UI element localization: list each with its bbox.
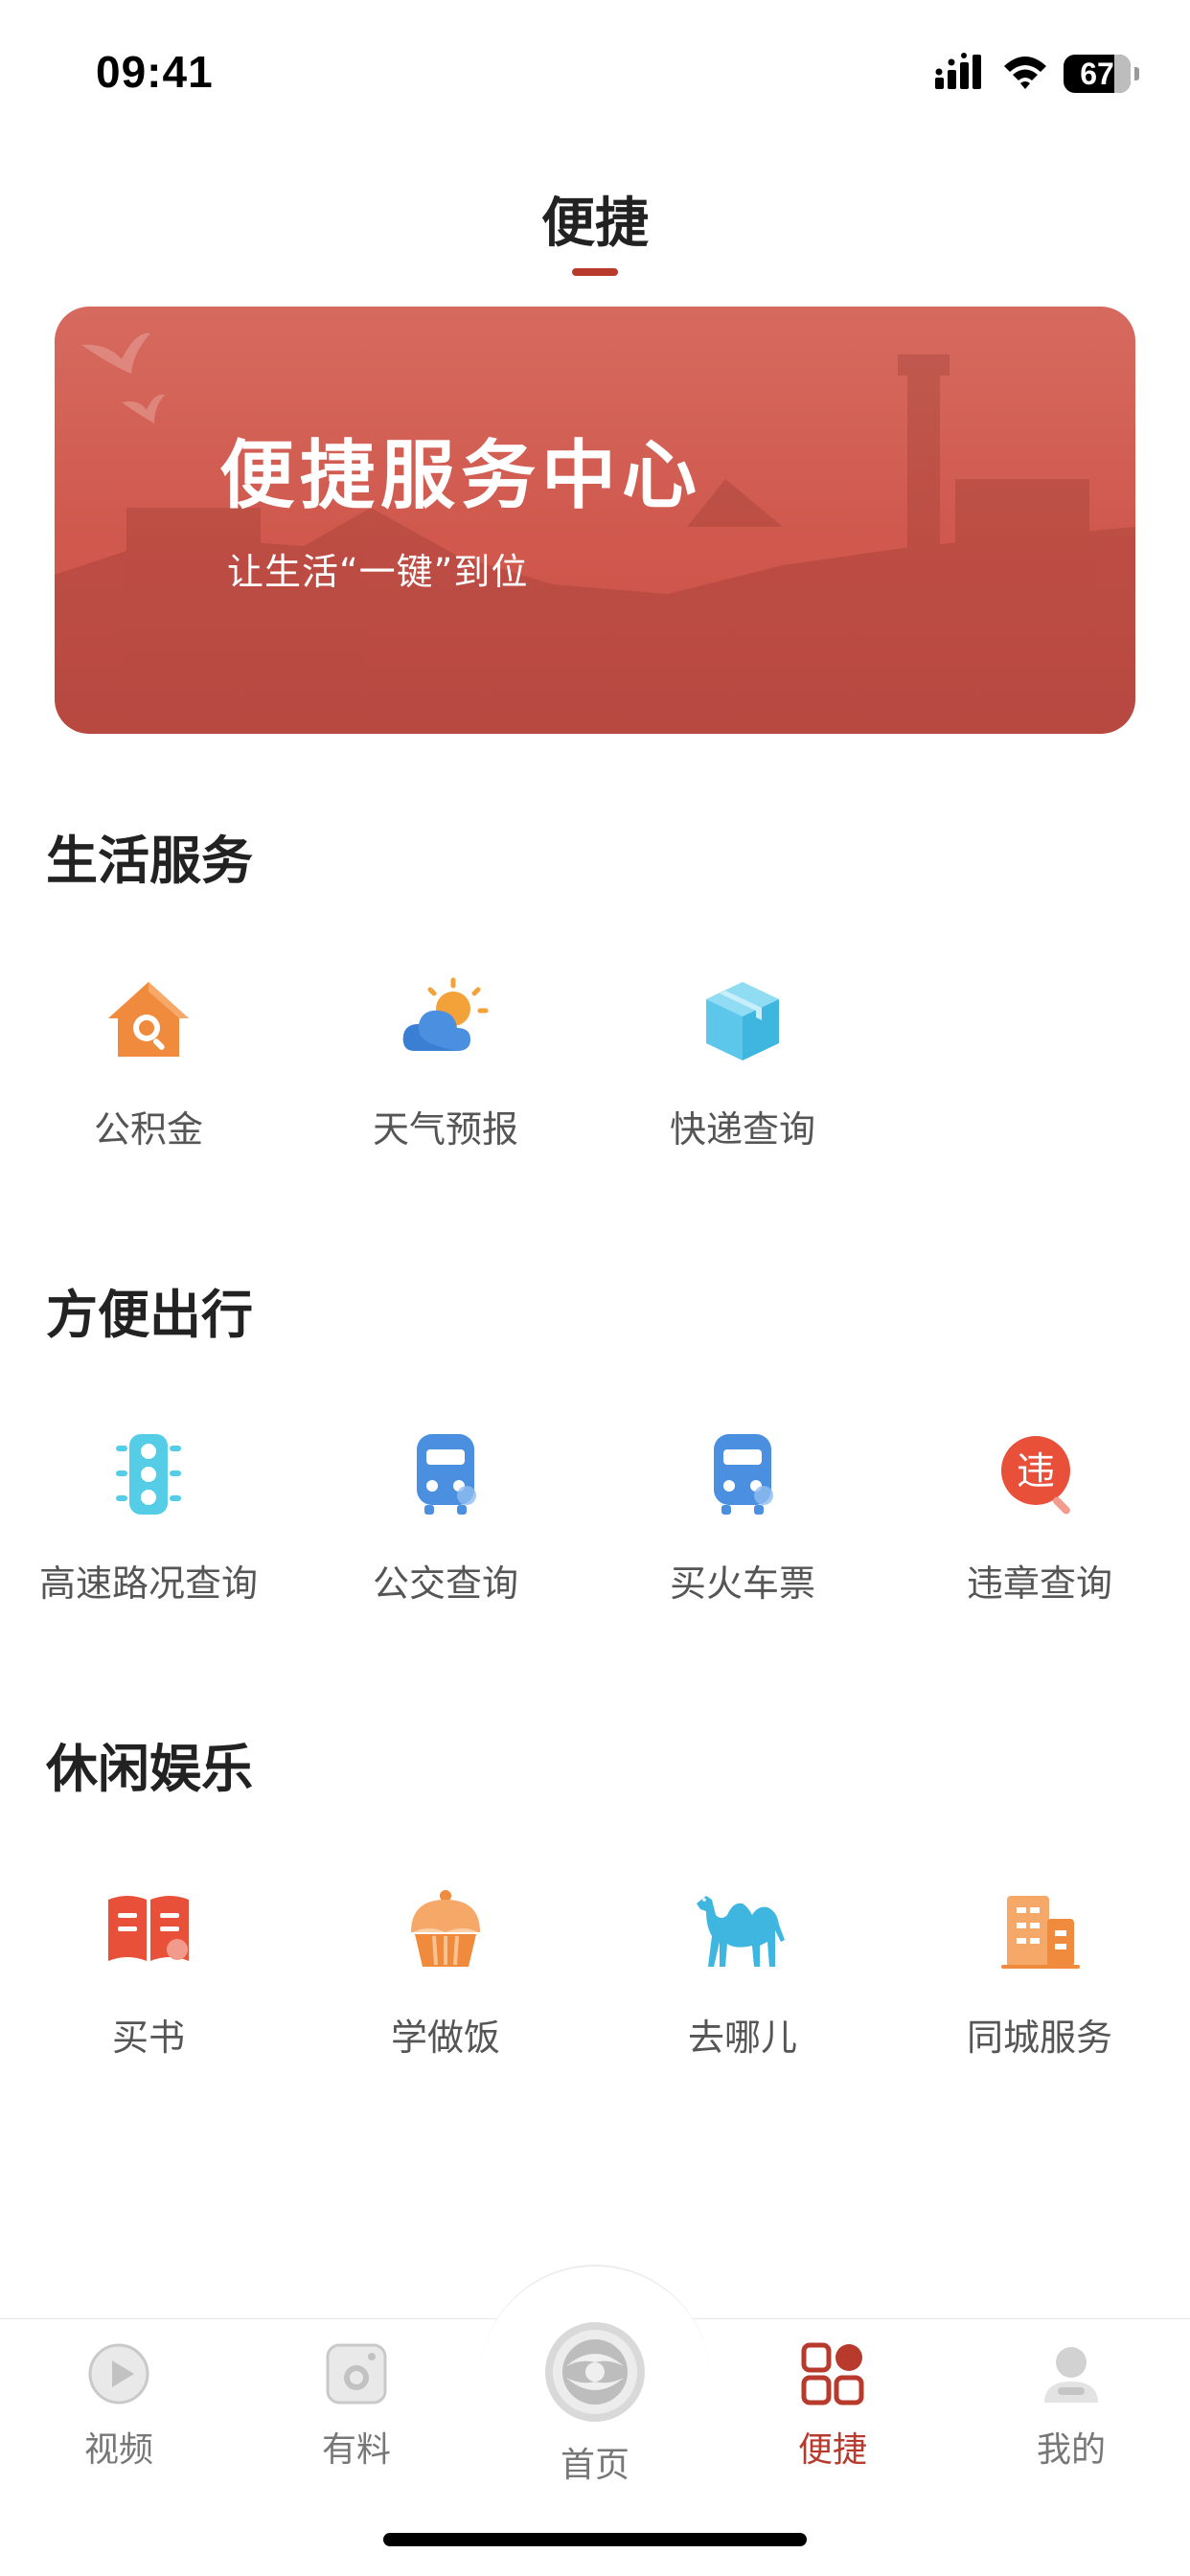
weather-icon (393, 968, 498, 1073)
house-search-icon (96, 968, 201, 1073)
profile-icon (1035, 2337, 1108, 2410)
service-item-bus[interactable]: 公交查询 (297, 1422, 594, 1613)
traffic-light-icon (96, 1422, 201, 1527)
tab-convenience[interactable]: 便捷 (714, 2337, 951, 2472)
home-indicator[interactable] (383, 2533, 807, 2546)
travel-services-grid: 高速路况查询 公交查询 买火车票 违 违章查询 (0, 1422, 1190, 1613)
item-label: 高速路况查询 (38, 1562, 258, 1605)
item-label: 学做饭 (390, 2017, 500, 2059)
bus-icon (393, 1422, 498, 1527)
service-item-housing-fund[interactable]: 公积金 (0, 968, 297, 1159)
banner[interactable]: 便捷服务中心 让生活“一键”到位 (55, 307, 1135, 734)
battery-level: 67 (1080, 56, 1114, 91)
tab-label: 便捷 (797, 2430, 867, 2470)
service-item-weather[interactable]: 天气预报 (297, 968, 594, 1159)
cellular-signal-icon (933, 53, 987, 95)
tab-content[interactable]: 有料 (238, 2337, 475, 2472)
item-label: 同城服务 (966, 2017, 1112, 2059)
service-item-travel-destination[interactable]: 去哪儿 (594, 1876, 891, 2067)
service-item-local-services[interactable]: 同城服务 (891, 1876, 1188, 2067)
tab-profile[interactable]: 我的 (952, 2337, 1190, 2472)
tab-home[interactable]: 首页 (476, 2316, 714, 2487)
service-item-violation[interactable]: 违 违章查询 (891, 1422, 1188, 1613)
page-title: 便捷 (541, 193, 649, 255)
life-services-grid: 公积金 天气预报 快递查询 (0, 968, 1190, 1159)
item-label: 去哪儿 (687, 2017, 797, 2059)
banner-subtitle: 让生活“一键”到位 (227, 551, 529, 593)
item-label: 违章查询 (966, 1562, 1112, 1605)
camel-icon (690, 1876, 795, 1981)
leisure-services-grid: 买书 学做饭 去哪儿 同城服务 (0, 1876, 1190, 2067)
section-title-leisure: 休闲娱乐 (46, 1739, 253, 1799)
title-underline (572, 268, 618, 276)
tab-label: 有料 (321, 2430, 391, 2470)
book-icon (96, 1876, 201, 1981)
tab-video[interactable]: 视频 (0, 2337, 238, 2472)
section-title-life: 生活服务 (46, 831, 253, 891)
building-icon (987, 1876, 1092, 1981)
battery-icon: 67 (1064, 55, 1139, 93)
apps-grid-icon (796, 2337, 869, 2410)
violation-search-icon: 违 (987, 1422, 1092, 1527)
section-title-travel: 方便出行 (46, 1285, 253, 1345)
cupcake-icon (393, 1876, 498, 1981)
tab-label: 视频 (83, 2430, 153, 2470)
service-item-highway-traffic[interactable]: 高速路况查询 (0, 1422, 297, 1613)
status-time: 09:41 (96, 47, 214, 97)
tab-label: 我的 (1036, 2430, 1106, 2470)
train-icon (690, 1422, 795, 1527)
wifi-icon (1000, 53, 1050, 95)
camera-icon (320, 2337, 393, 2410)
tab-label: 首页 (560, 2446, 629, 2485)
service-item-express[interactable]: 快递查询 (594, 968, 891, 1159)
item-label: 快递查询 (669, 1108, 815, 1151)
item-label: 天气预报 (372, 1108, 518, 1151)
package-icon (690, 968, 795, 1073)
play-icon (82, 2337, 155, 2410)
status-bar: 09:41 67 (0, 0, 1190, 144)
service-item-train-ticket[interactable]: 买火车票 (594, 1422, 891, 1613)
banner-title: 便捷服务中心 (219, 433, 703, 519)
item-label: 买火车票 (669, 1562, 815, 1605)
status-icons: 67 (933, 50, 1139, 98)
home-logo-icon (539, 2316, 651, 2428)
item-label: 买书 (111, 2017, 185, 2059)
service-item-buy-books[interactable]: 买书 (0, 1876, 297, 2067)
violation-glyph: 违 (1017, 1449, 1055, 1493)
item-label: 公交查询 (372, 1562, 518, 1605)
service-item-cooking[interactable]: 学做饭 (297, 1876, 594, 2067)
item-label: 公积金 (93, 1108, 203, 1151)
